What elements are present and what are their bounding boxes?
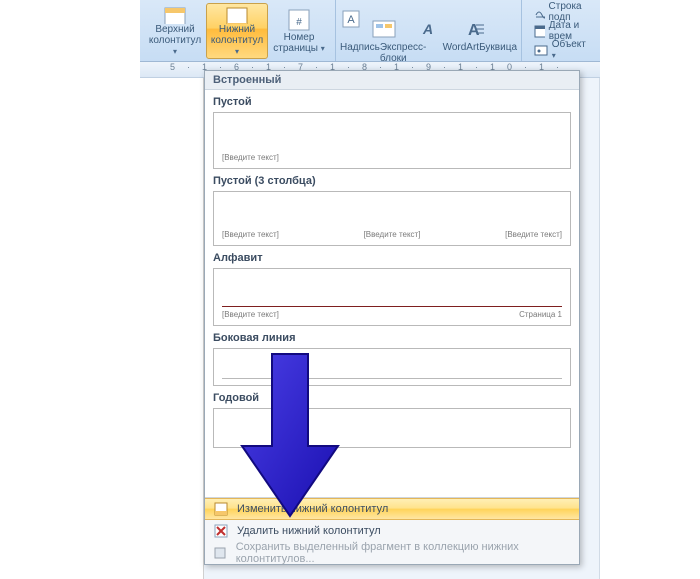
preview-placeholder: [Введите текст] — [222, 310, 279, 319]
preview-placeholder: [Введите текст] — [505, 230, 562, 239]
header-label-1: Верхний — [155, 24, 194, 35]
page-number-icon: # — [285, 8, 313, 32]
page-header-icon — [161, 6, 189, 24]
ribbon: Верхний колонтитул ▾ Нижний колонтитул ▾… — [140, 0, 600, 62]
gallery-item-title: Пустой (3 столбца) — [213, 175, 573, 187]
gallery-preview: [Введите текст] Страница 1 — [213, 268, 571, 326]
save-icon — [213, 545, 228, 561]
edit-footer-menuitem[interactable]: Изменить нижний колонтитул — [205, 498, 579, 520]
preview-placeholder: [Введите текст] — [222, 230, 279, 239]
svg-text:#: # — [296, 17, 302, 28]
object-button[interactable]: Объект ▾ — [530, 41, 596, 58]
footer-gallery-panel: Встроенный Пустой [Введите текст] Пустой… — [204, 70, 580, 565]
footer-label-1: Нижний — [219, 24, 255, 35]
datetime-button[interactable]: Дата и врем — [530, 22, 596, 39]
gallery-preview — [213, 408, 571, 448]
gallery-item-title: Алфавит — [213, 252, 573, 264]
textbox-button[interactable]: A — [340, 0, 362, 40]
gallery-list[interactable]: Пустой [Введите текст] Пустой (3 столбца… — [205, 90, 579, 497]
chevron-down-icon: ▾ — [321, 44, 325, 53]
gallery-item-sideline[interactable]: Боковая линия — [211, 332, 573, 386]
signature-line-button[interactable]: Строка подп — [530, 3, 596, 20]
object-label: Объект — [552, 39, 586, 50]
page-footer-icon — [223, 6, 251, 24]
header-label-2: колонтитул — [149, 35, 201, 46]
wordart-label: WordArt — [443, 42, 480, 64]
chevron-down-icon: ▾ — [235, 47, 239, 56]
quickparts-label: Экспресс-блоки — [380, 42, 443, 64]
gallery-item-alphabet[interactable]: Алфавит [Введите текст] Страница 1 — [211, 252, 573, 326]
svg-text:A: A — [422, 21, 433, 37]
remove-footer-label: Удалить нижний колонтитул — [237, 525, 381, 537]
gallery-item-3cols[interactable]: Пустой (3 столбца) [Введите текст] [Введ… — [211, 175, 573, 246]
calendar-icon — [534, 24, 545, 38]
gallery-preview: [Введите текст] — [213, 112, 571, 169]
edit-footer-label: Изменить нижний колонтитул — [237, 503, 388, 515]
gallery-item-title: Годовой — [213, 392, 573, 404]
delete-icon — [213, 523, 229, 539]
save-selection-menuitem: Сохранить выделенный фрагмент в коллекци… — [205, 542, 579, 564]
preview-placeholder: [Введите текст] — [364, 230, 421, 239]
textbox-label: Надпись — [340, 42, 380, 64]
remove-footer-menuitem[interactable]: Удалить нижний колонтитул — [205, 520, 579, 542]
object-icon — [534, 43, 548, 57]
gallery-item-annual[interactable]: Годовой — [211, 392, 573, 448]
textbox-icon: A — [342, 10, 360, 28]
wordart-icon: A — [414, 18, 442, 40]
quickparts-icon — [370, 18, 398, 40]
preview-pagenum: Страница 1 — [519, 310, 562, 319]
pagenum-label-2: страницы — [273, 43, 318, 54]
gallery-item-empty[interactable]: Пустой [Введите текст] — [211, 96, 573, 169]
chevron-down-icon: ▾ — [552, 51, 556, 60]
edit-icon — [213, 501, 229, 517]
footer-label-2: колонтитул — [211, 35, 263, 46]
page-number-button[interactable]: # Номер страницы ▾ — [268, 3, 330, 59]
dropcap-icon: A — [458, 18, 486, 40]
preview-placeholder: [Введите текст] — [222, 153, 279, 162]
chevron-down-icon: ▾ — [173, 47, 177, 56]
dropcap-label: Буквица — [479, 42, 517, 64]
pagenum-label-1: Номер — [284, 32, 315, 43]
document-area — [140, 78, 204, 579]
svg-text:A: A — [347, 14, 355, 26]
header-button[interactable]: Верхний колонтитул ▾ — [144, 3, 206, 59]
signature-icon — [534, 5, 545, 19]
gallery-preview — [213, 348, 571, 386]
save-selection-label: Сохранить выделенный фрагмент в коллекци… — [236, 541, 571, 565]
gallery-preview: [Введите текст] [Введите текст] [Введите… — [213, 191, 571, 246]
gallery-actions: Изменить нижний колонтитул Удалить нижни… — [205, 497, 579, 564]
footer-button[interactable]: Нижний колонтитул ▾ — [206, 3, 268, 59]
gallery-item-title: Боковая линия — [213, 332, 573, 344]
gallery-item-title: Пустой — [213, 96, 573, 108]
gallery-category-header: Встроенный — [205, 71, 579, 90]
